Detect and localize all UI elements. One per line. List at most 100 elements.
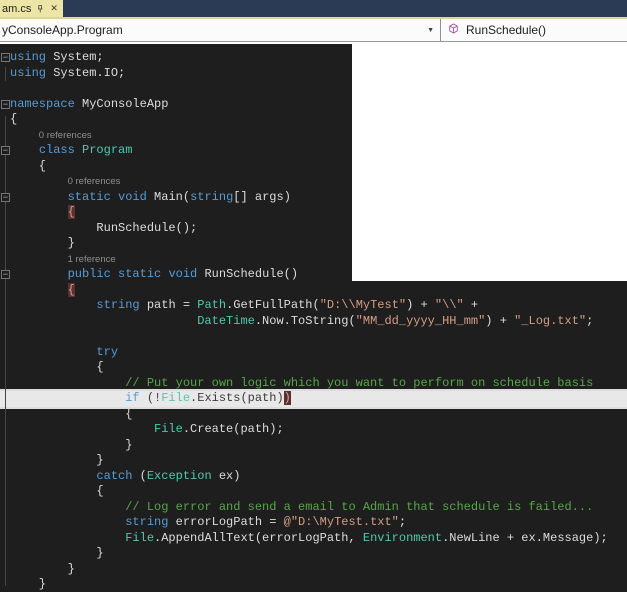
code-token <box>10 515 125 529</box>
code-line[interactable]: } <box>0 453 627 469</box>
code-line[interactable]: { <box>0 360 627 376</box>
code-token: // Log error and send a email to Admin t… <box>125 500 593 514</box>
type-dropdown[interactable]: yConsoleApp.Program ▼ <box>0 19 440 41</box>
code-token: void <box>168 267 197 281</box>
code-token: { <box>10 407 132 421</box>
code-editor[interactable]: −using System;using System.IO;−namespace… <box>0 44 627 592</box>
code-line[interactable]: // Put your own logic which you want to … <box>0 376 627 392</box>
codelens-references-link[interactable]: 0 references <box>68 174 121 190</box>
code-token: [] args) <box>233 190 291 204</box>
close-icon[interactable]: ✕ <box>50 4 58 13</box>
code-token: Exception <box>147 469 212 483</box>
code-token: using <box>10 50 46 64</box>
code-token: "_Log.txt" <box>514 314 586 328</box>
codelens-references-link[interactable]: 1 reference <box>68 252 116 268</box>
codelens-row[interactable]: 0 references <box>0 128 627 144</box>
code-line[interactable]: } <box>0 562 627 578</box>
code-line[interactable]: } <box>0 236 627 252</box>
code-line[interactable]: if (!File.Exists(path)) <box>0 391 627 407</box>
brace-match-highlight: ) <box>284 391 291 405</box>
code-token <box>10 469 96 483</box>
code-token <box>10 143 39 157</box>
code-token: File <box>161 391 190 405</box>
code-line[interactable]: { <box>0 112 627 128</box>
fold-toggle-icon[interactable]: − <box>1 193 10 202</box>
code-line[interactable]: string path = Path.GetFullPath("D:\\MyTe… <box>0 298 627 314</box>
outline-guide-using <box>5 67 6 81</box>
code-line[interactable]: { <box>0 484 627 500</box>
code-line[interactable] <box>0 329 627 345</box>
tab-title: am.cs <box>2 3 31 15</box>
tab-strip: am.cs ✕ <box>0 0 627 17</box>
code-token: .Now.ToString( <box>255 314 356 328</box>
code-line[interactable]: catch (Exception ex) <box>0 469 627 485</box>
member-dropdown[interactable]: RunSchedule() <box>441 19 627 41</box>
fold-toggle-icon[interactable]: − <box>1 53 10 62</box>
code-line[interactable]: string errorLogPath = @"D:\MyTest.txt"; <box>0 515 627 531</box>
code-token: RunSchedule() <box>197 267 298 281</box>
code-token: } <box>10 453 104 467</box>
codelens-row[interactable]: 0 references <box>0 174 627 190</box>
code-line[interactable]: − public static void RunSchedule() <box>0 267 627 283</box>
code-token: string <box>96 298 139 312</box>
pin-icon[interactable] <box>36 4 45 14</box>
code-line[interactable]: try <box>0 345 627 361</box>
code-token: ; <box>586 314 593 328</box>
code-token <box>10 345 96 359</box>
code-line[interactable]: // Log error and send a email to Admin t… <box>0 500 627 516</box>
member-dropdown-label: RunSchedule() <box>466 23 546 37</box>
code-line[interactable]: } <box>0 438 627 454</box>
code-token: } <box>10 236 75 250</box>
code-line[interactable]: File.AppendAllText(errorLogPath, Environ… <box>0 531 627 547</box>
code-token: .GetFullPath( <box>226 298 320 312</box>
code-line[interactable]: DateTime.Now.ToString("MM_dd_yyyy_HH_mm"… <box>0 314 627 330</box>
code-token <box>10 500 125 514</box>
code-token: ) + <box>406 298 435 312</box>
fold-toggle-icon[interactable]: − <box>1 100 10 109</box>
code-token: Program <box>75 143 133 157</box>
codelens-references-link[interactable]: 0 references <box>39 128 92 144</box>
code-line[interactable]: −namespace MyConsoleApp <box>0 97 627 113</box>
code-token: Path <box>197 298 226 312</box>
code-line[interactable]: − class Program <box>0 143 627 159</box>
code-token: ; <box>399 515 406 529</box>
code-token: RunSchedule(); <box>10 221 197 235</box>
code-line[interactable]: − static void Main(string[] args) <box>0 190 627 206</box>
code-line[interactable] <box>0 81 627 97</box>
code-token: class <box>39 143 75 157</box>
code-token: Environment <box>363 531 442 545</box>
code-token: } <box>10 577 46 591</box>
code-line[interactable]: } <box>0 546 627 562</box>
navigation-bar: yConsoleApp.Program ▼ RunSchedule() <box>0 19 627 42</box>
code-token <box>10 205 68 219</box>
document-tab[interactable]: am.cs ✕ <box>0 0 63 17</box>
fold-toggle-icon[interactable]: − <box>1 270 10 279</box>
codelens-row[interactable]: 1 reference <box>0 252 627 268</box>
code-line[interactable]: −using System; <box>0 50 627 66</box>
code-token: { <box>10 159 46 173</box>
code-line[interactable]: { <box>0 159 627 175</box>
code-token: System; <box>46 50 104 64</box>
code-line[interactable]: { <box>0 205 627 221</box>
code-line[interactable]: } <box>0 577 627 592</box>
code-token: using <box>10 66 46 80</box>
code-token: @"D:\MyTest.txt" <box>284 515 399 529</box>
code-line[interactable]: { <box>0 407 627 423</box>
code-token <box>10 376 125 390</box>
chevron-down-icon: ▼ <box>427 27 434 34</box>
code-token: (! <box>140 391 162 405</box>
fold-toggle-icon[interactable]: − <box>1 146 10 155</box>
code-token <box>111 267 118 281</box>
code-token <box>10 267 68 281</box>
code-token: static <box>118 267 161 281</box>
code-token: ( <box>132 469 146 483</box>
code-line[interactable]: { <box>0 283 627 299</box>
code-token: File <box>154 422 183 436</box>
code-token: if <box>125 391 139 405</box>
code-token <box>10 422 154 436</box>
code-token <box>10 283 68 297</box>
code-line[interactable]: using System.IO; <box>0 66 627 82</box>
code-token: File <box>125 531 154 545</box>
code-line[interactable]: File.Create(path); <box>0 422 627 438</box>
code-line[interactable]: RunSchedule(); <box>0 221 627 237</box>
